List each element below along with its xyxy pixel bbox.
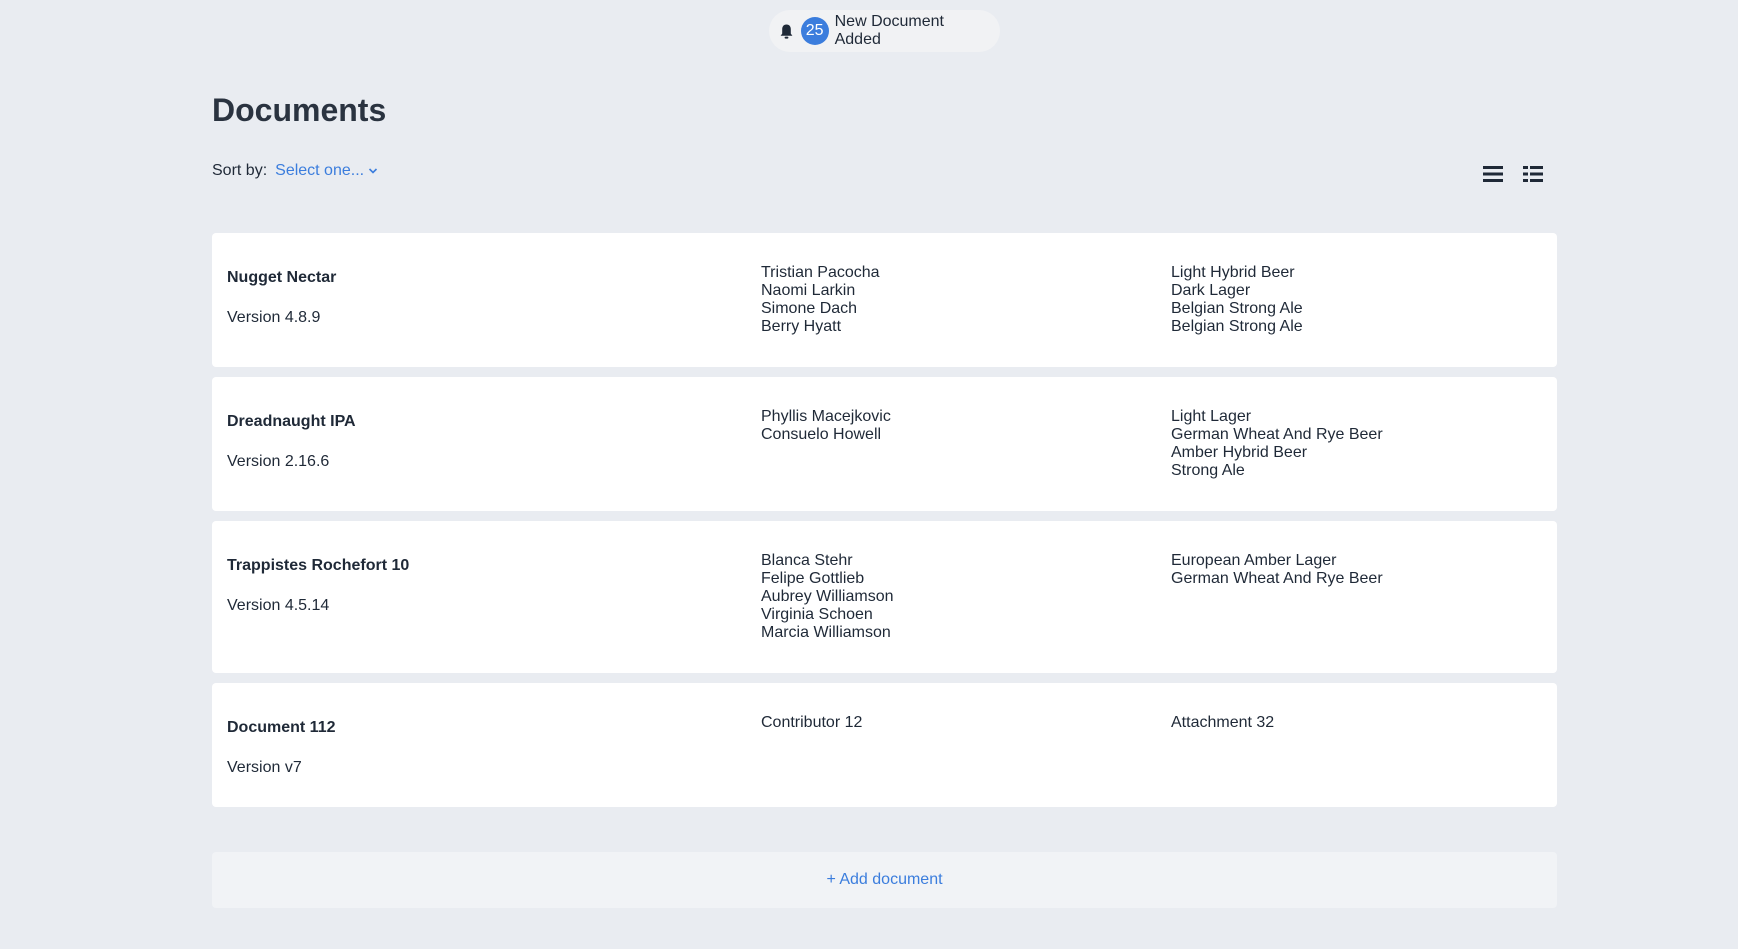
attachment-item: Belgian Strong Ale	[1171, 318, 1303, 335]
contributor-item: Virginia Schoen	[761, 606, 873, 623]
notification-pill[interactable]: 25 New Document Added	[769, 10, 1000, 52]
document-card[interactable]: Document 112 Version v7 Contributor 12 A…	[212, 683, 1557, 807]
document-card[interactable]: Trappistes Rochefort 10 Version 4.5.14 B…	[212, 521, 1557, 673]
attachment-item: German Wheat And Rye Beer	[1171, 570, 1383, 587]
attachment-item: Belgian Strong Ale	[1171, 300, 1303, 317]
document-version: Version v7	[227, 759, 302, 776]
contributor-item: Felipe Gottlieb	[761, 570, 865, 587]
attachment-item: Dark Lager	[1171, 282, 1251, 299]
attachments-list: European Amber Lager German Wheat And Ry…	[1171, 552, 1383, 588]
attachment-item: Attachment 32	[1171, 714, 1275, 731]
grid-view-icon[interactable]	[1522, 163, 1544, 185]
contributor-item: Marcia Williamson	[761, 624, 891, 641]
document-name: Nugget Nectar	[227, 269, 337, 286]
page-title: Documents	[212, 92, 387, 128]
document-card[interactable]: Nugget Nectar Version 4.8.9 Tristian Pac…	[212, 233, 1557, 367]
notification-count-badge: 25	[800, 17, 829, 45]
attachment-item: Strong Ale	[1171, 462, 1245, 479]
sort-control: Sort by: Select one...	[212, 162, 378, 180]
contributor-item: Blanca Stehr	[761, 552, 853, 569]
document-card[interactable]: Dreadnaught IPA Version 2.16.6 Phyllis M…	[212, 377, 1557, 511]
attachments-list: Attachment 32	[1171, 714, 1274, 732]
document-name-column: Dreadnaught IPA Version 2.16.6	[227, 413, 356, 471]
contributor-item: Contributor 12	[761, 714, 863, 731]
sort-select-value: Select one...	[275, 162, 365, 179]
attachment-item: Amber Hybrid Beer	[1171, 444, 1308, 461]
attachment-item: German Wheat And Rye Beer	[1171, 426, 1383, 443]
contributors-list: Blanca Stehr Felipe Gottlieb Aubrey Will…	[761, 552, 893, 642]
document-version: Version 2.16.6	[227, 453, 330, 470]
attachments-list: Light Lager German Wheat And Rye Beer Am…	[1171, 408, 1383, 480]
sort-label: Sort by:	[212, 162, 268, 179]
attachment-item: Light Hybrid Beer	[1171, 264, 1295, 281]
attachments-list: Light Hybrid Beer Dark Lager Belgian Str…	[1171, 264, 1303, 336]
contributor-item: Berry Hyatt	[761, 318, 842, 335]
add-document-button[interactable]: + Add document	[212, 852, 1557, 908]
document-name-column: Trappistes Rochefort 10 Version 4.5.14	[227, 557, 409, 615]
view-toggle	[1482, 163, 1544, 185]
contributors-list: Phyllis Macejkovic Consuelo Howell	[761, 408, 891, 444]
bell-icon	[779, 22, 795, 40]
notification-message: New Document Added	[834, 13, 944, 48]
document-list: Nugget Nectar Version 4.8.9 Tristian Pac…	[212, 233, 1557, 817]
attachment-item: European Amber Lager	[1171, 552, 1337, 569]
document-version: Version 4.8.9	[227, 309, 321, 326]
list-view-icon[interactable]	[1482, 163, 1504, 185]
contributor-item: Consuelo Howell	[761, 426, 882, 443]
contributors-list: Contributor 12	[761, 714, 862, 732]
contributor-item: Simone Dach	[761, 300, 858, 317]
contributor-item: Tristian Pacocha	[761, 264, 880, 281]
document-name-column: Document 112 Version v7	[227, 719, 335, 777]
document-name: Document 112	[227, 719, 336, 736]
contributors-list: Tristian Pacocha Naomi Larkin Simone Dac…	[761, 264, 880, 336]
document-version: Version 4.5.14	[227, 597, 330, 614]
contributor-item: Naomi Larkin	[761, 282, 856, 299]
attachment-item: Light Lager	[1171, 408, 1252, 425]
sort-select[interactable]: Select one...	[275, 162, 378, 180]
contributor-item: Phyllis Macejkovic	[761, 408, 891, 425]
chevron-down-icon	[368, 162, 378, 180]
document-name: Trappistes Rochefort 10	[227, 557, 410, 574]
document-name: Dreadnaught IPA	[227, 413, 356, 430]
contributor-item: Aubrey Williamson	[761, 588, 894, 605]
document-name-column: Nugget Nectar Version 4.8.9	[227, 269, 336, 327]
